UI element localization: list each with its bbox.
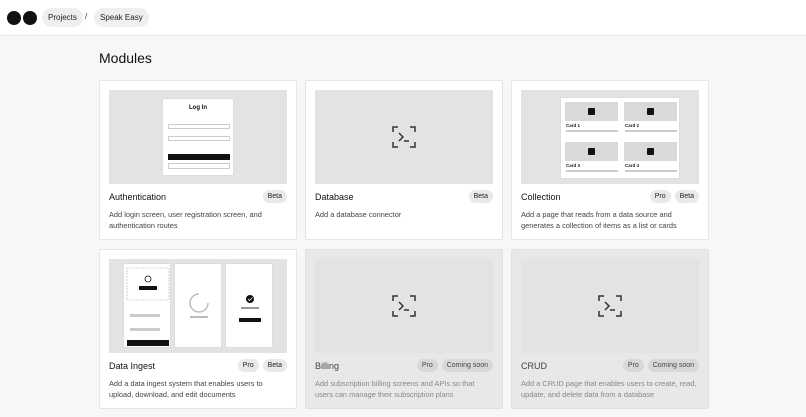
mockup-card-title: Card 3 [566,163,581,168]
terminal-icon [598,295,622,317]
breadcrumb-projects[interactable]: Projects [42,8,83,27]
module-badges: Pro Coming soon [416,359,493,372]
module-description: Add a database connector [315,210,402,219]
module-card-data-ingest[interactable]: Data Ingest Pro Beta Add a data ingest s… [99,249,297,409]
mockup-button [168,163,230,169]
module-card-collection[interactable]: Card 1 Card 2 Card 3 Card 4 Collection P… [511,80,709,240]
module-description: Add a CRUD page that enables users to cr… [521,379,697,399]
status-badge: Beta [262,190,287,203]
module-description: Add a data ingest system that enables us… [109,379,263,399]
mockup-card-title: Card 2 [625,123,640,128]
pro-badge: Pro [649,190,671,203]
module-badges: Pro Coming soon [622,359,699,372]
module-thumbnail [315,259,493,353]
module-name: Authentication [109,192,167,202]
terminal-icon [392,126,416,148]
upload-progress-mockup [174,263,222,348]
module-card-billing: Billing Pro Coming soon Add subscription… [305,249,503,409]
module-card-crud: CRUD Pro Coming soon Add a CRUD page tha… [511,249,709,409]
app-logo[interactable] [7,11,37,25]
mockup-card-title: Card 1 [566,123,581,128]
module-badges: Pro Beta [649,190,699,203]
mockup-title: Log In [189,105,207,111]
module-description: Add a page that reads from a data source… [521,210,677,230]
module-badges: Pro Beta [237,359,287,372]
module-name: CRUD [521,361,547,371]
module-name: Collection [521,192,561,202]
mockup-card: Card 3 [563,140,620,178]
status-badge: Coming soon [441,359,493,372]
module-name: Billing [315,361,340,371]
terminal-icon [392,295,416,317]
module-thumbnail: Card 1 Card 2 Card 3 Card 4 [521,90,699,184]
module-badges: Beta [262,190,287,203]
login-mockup: Log In [162,98,234,176]
module-description: Add subscription billing screens and API… [315,379,475,399]
module-thumbnail [109,259,287,353]
module-name: Database [315,192,354,202]
pro-badge: Pro [622,359,644,372]
breadcrumb-current-project[interactable]: Speak Easy [94,8,149,27]
module-badges: Beta [468,190,493,203]
mockup-card: Card 1 [563,100,620,138]
status-badge: Beta [468,190,493,203]
module-thumbnail [521,259,699,353]
mockup-card: Card 4 [622,140,679,178]
page-title: Modules [99,50,152,66]
module-name: Data Ingest [109,361,156,371]
mockup-card: Card 2 [622,100,679,138]
cards-mockup: Card 1 Card 2 Card 3 Card 4 [560,97,680,179]
mockup-button [168,154,230,160]
module-thumbnail: Log In [109,90,287,184]
upload-complete-mockup [225,263,273,348]
pro-badge: Pro [416,359,438,372]
breadcrumb-separator: / [85,12,88,21]
mockup-card-title: Card 4 [625,163,640,168]
top-bar: Projects / Speak Easy [0,0,806,36]
upload-mockup [123,263,171,348]
status-badge: Beta [674,190,699,203]
image-icon [588,148,595,155]
image-icon [647,148,654,155]
module-description: Add login screen, user registration scre… [109,210,262,230]
status-badge: Coming soon [647,359,699,372]
mockup-input [168,136,230,141]
pro-badge: Pro [237,359,259,372]
status-badge: Beta [262,359,287,372]
module-thumbnail [315,90,493,184]
image-icon [588,108,595,115]
image-icon [647,108,654,115]
module-card-database[interactable]: Database Beta Add a database connector [305,80,503,240]
module-card-authentication[interactable]: Log In Authentication Beta Add login scr… [99,80,297,240]
mockup-input [168,124,230,129]
